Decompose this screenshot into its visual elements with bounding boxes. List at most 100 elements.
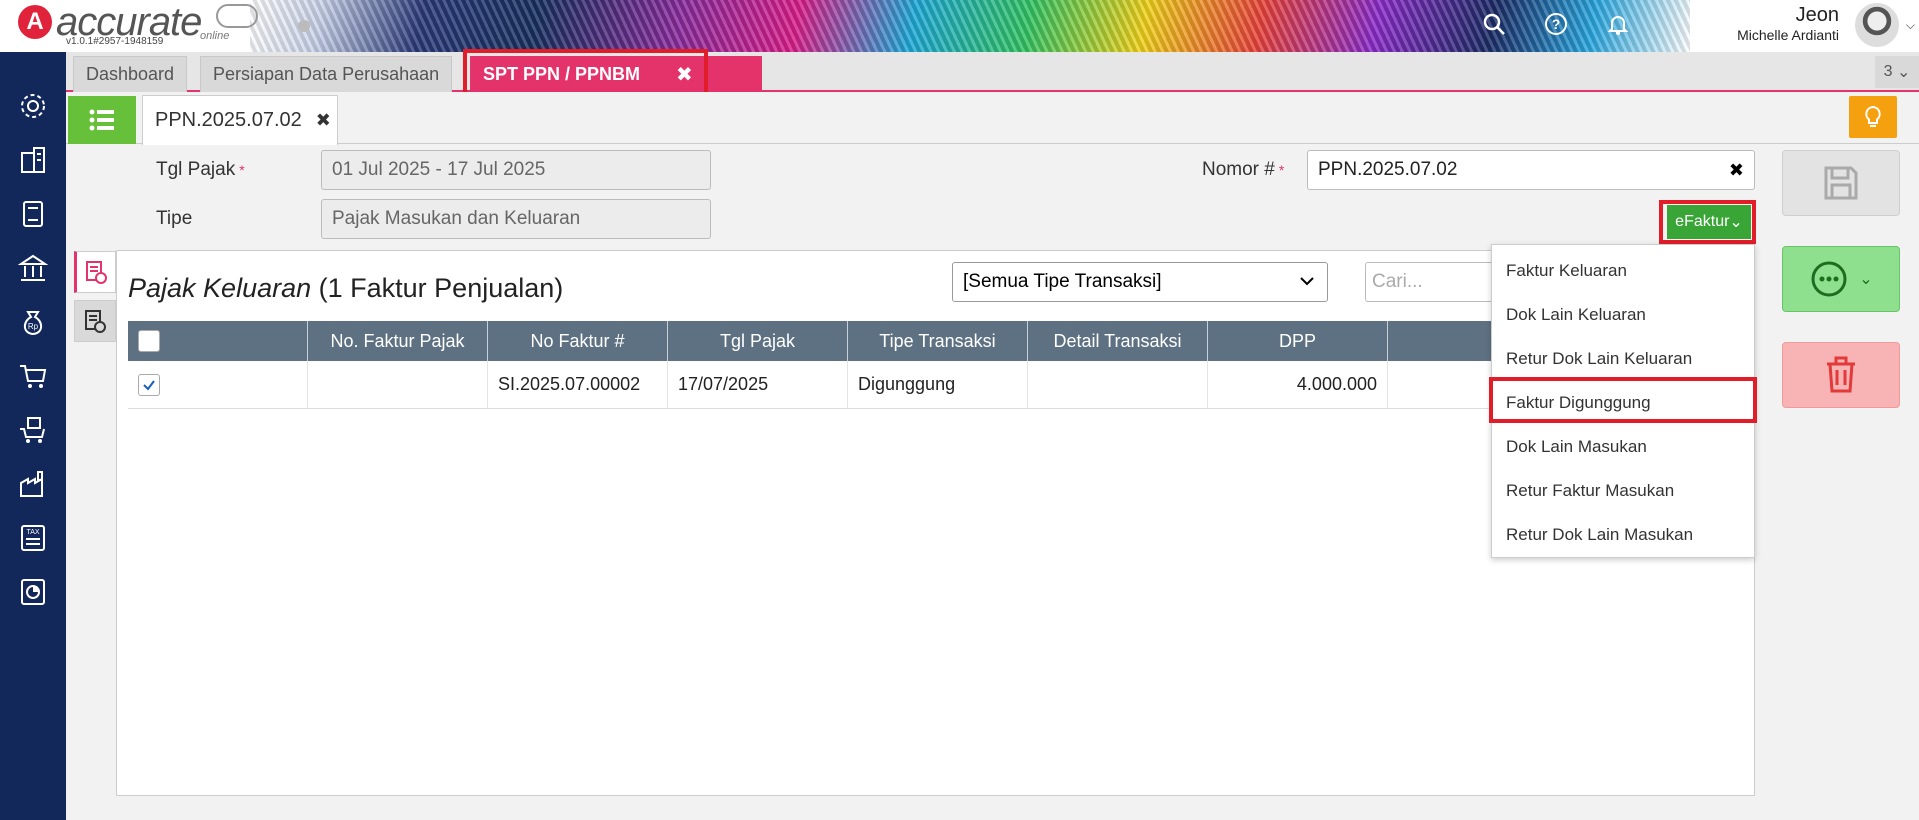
cell-no-faktur-pajak [308, 361, 488, 408]
tab-label: Dashboard [86, 64, 175, 84]
tab-label: Persiapan Data Perusahaan [213, 64, 440, 84]
tab-ppn-document[interactable]: PPN.2025.07.02 ✖ [142, 95, 338, 145]
tab-pajak-keluaran[interactable] [74, 251, 116, 293]
user-info[interactable]: Jeon Michelle Ardianti [1737, 4, 1839, 43]
accurate-logo-mark: A [18, 5, 52, 39]
more-icon [1811, 261, 1847, 297]
open-tab-count[interactable]: 3 ⌄ [1875, 56, 1919, 88]
row-select-cell[interactable] [128, 361, 308, 408]
tab-count-number: 3 [1883, 63, 1893, 80]
clear-icon[interactable]: ✖ [1729, 160, 1744, 181]
chevron-down-icon: ⌄ [1729, 214, 1743, 231]
invoice-in-icon [85, 310, 106, 333]
save-button[interactable] [1782, 150, 1900, 216]
search-icon[interactable] [1480, 10, 1508, 38]
menu-item-retur-dok-lain-masukan[interactable]: Retur Dok Lain Masukan [1492, 513, 1754, 557]
col-header-tgl-pajak[interactable]: Tgl Pajak [668, 321, 848, 361]
tab-label: SPT PPN / PPNBM [483, 64, 641, 84]
chevron-down-icon [1300, 277, 1314, 286]
label-text: Tgl Pajak [156, 159, 236, 180]
cell-dpp: 4.000.000 [1208, 361, 1388, 408]
nomor-label: Nomor # * [1202, 159, 1284, 181]
select-all-header[interactable] [128, 321, 308, 361]
close-icon[interactable]: ✖ [316, 110, 331, 131]
tab-dashboard[interactable]: Dashboard [73, 56, 188, 92]
transaction-type-select[interactable]: [Semua Tipe Transaksi] [952, 262, 1328, 302]
tgl-pajak-label: Tgl Pajak * [156, 159, 245, 181]
transaction-type-value: [Semua Tipe Transaksi] [963, 271, 1162, 292]
check-icon [143, 379, 155, 391]
doc-tab-label: PPN.2025.07.02 [155, 109, 302, 131]
efaktur-label: eFaktur [1675, 213, 1730, 230]
menu-item-faktur-keluaran[interactable]: Faktur Keluaran [1492, 249, 1754, 293]
top-header: A accurate online v1.0.1#2957-1948159 ? … [0, 0, 1919, 52]
nomor-field[interactable]: PPN.2025.07.02 ✖ [1307, 150, 1755, 190]
svg-text:Rp: Rp [28, 322, 39, 331]
lightbulb-button[interactable] [1849, 96, 1897, 138]
nomor-value: PPN.2025.07.02 [1318, 159, 1458, 180]
tab-pajak-masukan[interactable] [74, 300, 116, 342]
col-header-no-faktur[interactable]: No Faktur # [488, 321, 668, 361]
panel-title-count: (1 Faktur Penjualan) [318, 273, 564, 303]
save-icon [1824, 166, 1858, 200]
cell-tgl-pajak: 17/07/2025 [668, 361, 848, 408]
user-name: Jeon [1795, 4, 1839, 26]
tax-document-icon[interactable]: TAX [17, 522, 49, 554]
col-header-tipe-transaksi[interactable]: Tipe Transaksi [848, 321, 1028, 361]
book-icon[interactable] [17, 198, 49, 230]
col-header-detail-transaksi[interactable]: Detail Transaksi [1028, 321, 1208, 361]
menu-item-retur-faktur-masukan[interactable]: Retur Faktur Masukan [1492, 469, 1754, 513]
chevron-down-icon: ⌄ [1859, 271, 1873, 288]
avatar[interactable] [1855, 3, 1899, 47]
bell-icon[interactable] [1604, 10, 1632, 38]
module-tab-bar: Dashboard Persiapan Data Perusahaan SPT … [66, 52, 1919, 92]
select-all-checkbox[interactable] [138, 330, 160, 352]
app-version: v1.0.1#2957-1948159 [66, 36, 164, 47]
cell-no-faktur: SI.2025.07.00002 [488, 361, 668, 408]
money-bag-icon[interactable]: Rp [17, 306, 49, 338]
tipe-field[interactable]: Pajak Masukan dan Keluaran [321, 199, 711, 239]
panel-title: Pajak Keluaran (1 Faktur Penjualan) [128, 273, 563, 304]
invoice-out-icon [86, 261, 107, 284]
menu-item-retur-dok-lain-keluaran[interactable]: Retur Dok Lain Keluaran [1492, 337, 1754, 381]
efaktur-button[interactable]: eFaktur ⌄ [1667, 205, 1751, 239]
col-header-dpp[interactable]: DPP [1208, 321, 1388, 361]
trash-icon [1827, 356, 1855, 393]
menu-item-dok-lain-masukan[interactable]: Dok Lain Masukan [1492, 425, 1754, 469]
user-full-name: Michelle Ardianti [1737, 27, 1839, 43]
col-header-no-faktur-pajak[interactable]: No. Faktur Pajak [308, 321, 488, 361]
help-icon[interactable]: ? [1542, 10, 1570, 38]
chevron-down-icon: ⌄ [1896, 64, 1911, 81]
more-actions-button[interactable]: ⌄ [1782, 246, 1900, 312]
search-placeholder: Cari... [1372, 271, 1423, 292]
connection-status-dot [298, 20, 310, 32]
chevron-down-icon[interactable]: ⌵ [1906, 18, 1915, 33]
building-icon[interactable] [17, 144, 49, 176]
cell-tipe-transaksi: Digunggung [848, 361, 1028, 408]
tipe-value: Pajak Masukan dan Keluaran [332, 208, 581, 229]
close-icon[interactable]: ✖ [676, 62, 693, 87]
lightbulb-icon [1865, 105, 1881, 127]
bank-icon[interactable] [17, 252, 49, 284]
svg-text:TAX: TAX [26, 529, 39, 536]
report-chart-icon[interactable] [17, 576, 49, 608]
menu-item-dok-lain-keluaran[interactable]: Dok Lain Keluaran [1492, 293, 1754, 337]
required-mark: * [239, 162, 245, 178]
list-view-button[interactable] [68, 96, 136, 144]
tgl-pajak-field[interactable]: 01 Jul 2025 - 17 Jul 2025 [321, 150, 711, 190]
factory-icon[interactable] [17, 468, 49, 500]
menu-item-faktur-digunggung[interactable]: Faktur Digunggung [1492, 381, 1754, 425]
cell-detail-transaksi [1028, 361, 1208, 408]
sidebar: Rp TAX [0, 52, 66, 820]
tab-spt-ppn[interactable]: SPT PPN / PPNBM ✖ [470, 56, 762, 92]
document-tab-bar: PPN.2025.07.02 ✖ [66, 92, 1919, 145]
delete-button[interactable] [1782, 342, 1900, 408]
label-text: Nomor # [1202, 159, 1275, 180]
tab-persiapan-data-perusahaan[interactable]: Persiapan Data Perusahaan [200, 56, 453, 92]
tgl-pajak-value: 01 Jul 2025 - 17 Jul 2025 [332, 159, 546, 180]
warehouse-cart-icon[interactable] [17, 414, 49, 446]
panel-title-main: Pajak Keluaran [128, 273, 312, 303]
gear-icon[interactable] [17, 90, 49, 122]
row-checkbox[interactable] [138, 373, 160, 396]
cart-icon[interactable] [17, 360, 49, 392]
